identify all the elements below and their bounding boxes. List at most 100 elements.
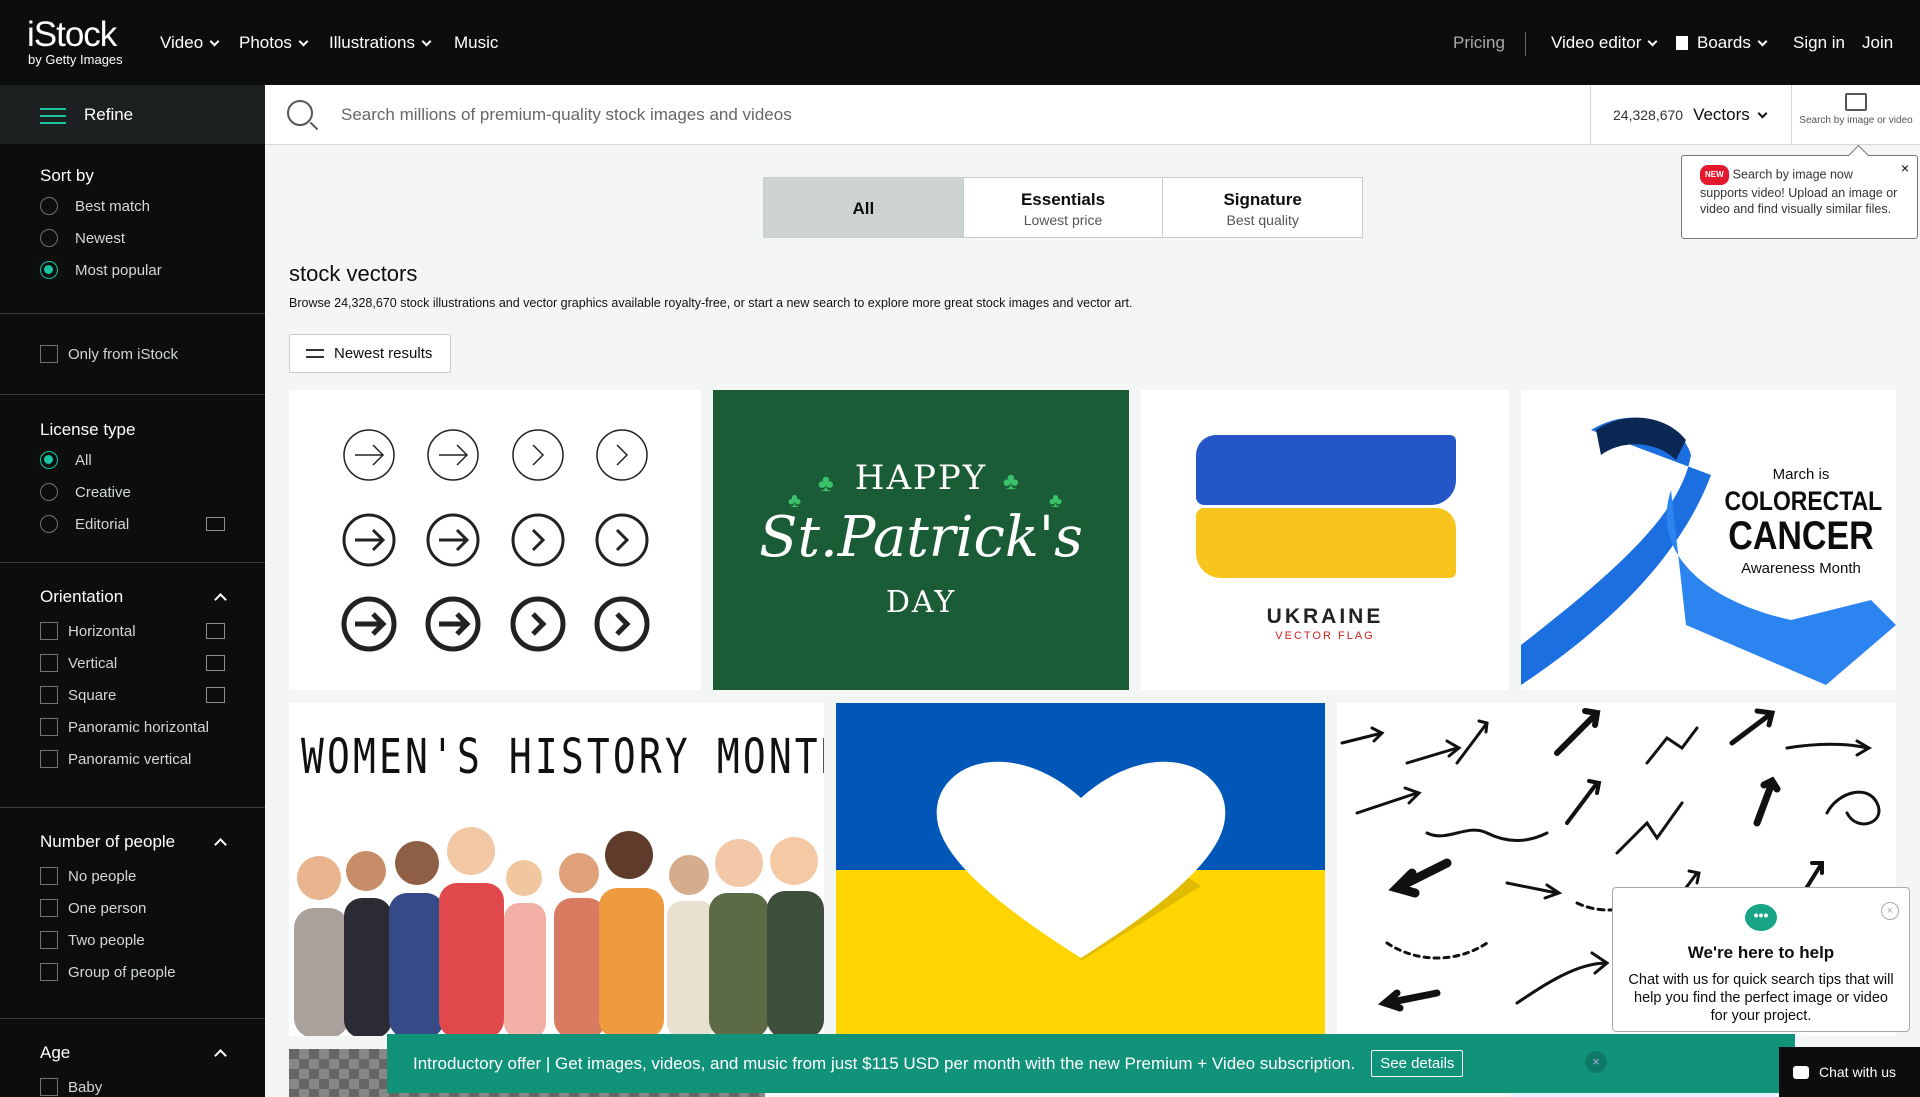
people-two[interactable]: Two people (40, 924, 225, 956)
people-title[interactable]: Number of people (40, 832, 227, 852)
image-search-icon (1845, 93, 1867, 111)
refine-toggle[interactable]: Refine (0, 85, 265, 144)
nav-illustrations[interactable]: Illustrations (329, 33, 432, 53)
radio-button[interactable] (40, 197, 58, 215)
image-st-patricks-day[interactable]: HAPPY St.Patrick's DAY ♣ ♣ ♣ ♣ (713, 390, 1129, 690)
ukraine-title: UKRAINE (1266, 605, 1384, 628)
chevron-down-icon (298, 36, 309, 46)
people-section: Number of people No people One person Tw… (0, 808, 265, 1019)
collection-tabs: All Essentials Lowest price Signature Best… (763, 177, 1363, 238)
orientation-title[interactable]: Orientation (40, 587, 227, 607)
license-editorial[interactable]: Editorial (40, 508, 225, 540)
age-baby[interactable]: Baby (40, 1071, 225, 1097)
tab-signature[interactable]: Signature Best quality (1162, 178, 1363, 237)
chevron-down-icon (1647, 36, 1658, 46)
sort-best-match[interactable]: Best match (40, 190, 225, 222)
orientation-horizontal[interactable]: Horizontal (40, 615, 225, 647)
pricing-label: Pricing (1453, 33, 1505, 52)
see-details-button[interactable]: See details (1371, 1050, 1464, 1077)
orientation-section: Orientation Horizontal Vertical Square P… (0, 563, 265, 808)
search-by-image-label: Search by image or video (1799, 115, 1913, 126)
chevron-down-icon (1757, 36, 1768, 46)
chevron-down-icon (421, 36, 432, 46)
nav-video[interactable]: Video (160, 33, 220, 53)
radio-button-selected[interactable] (40, 261, 58, 279)
checkbox[interactable] (40, 345, 58, 363)
sort-most-popular[interactable]: Most popular (40, 254, 225, 286)
orientation-vertical[interactable]: Vertical (40, 647, 225, 679)
radio-button[interactable] (40, 483, 58, 501)
newest-results-button[interactable]: Newest results (289, 334, 451, 373)
sign-in-link[interactable]: Sign in (1793, 33, 1845, 53)
nav-video-editor[interactable]: Video editor (1551, 33, 1658, 53)
age-title[interactable]: Age (40, 1043, 227, 1063)
people-none[interactable]: No people (40, 860, 225, 892)
new-badge: NEW (1700, 165, 1729, 185)
image-womens-history-month[interactable]: WOMEN'S HISTORY MONTH (289, 703, 824, 1036)
chat-popup: ••• × We're here to help Chat with us fo… (1612, 887, 1910, 1032)
image-ukraine-heart[interactable] (836, 703, 1325, 1036)
join-link[interactable]: Join (1862, 33, 1893, 53)
checkbox[interactable] (40, 899, 58, 917)
chevron-up-icon (214, 838, 227, 851)
image-ukraine-flag[interactable]: UKRAINE VECTOR FLAG (1141, 390, 1509, 690)
close-icon[interactable]: × (1585, 1051, 1607, 1073)
sort-title: Sort by (40, 166, 94, 185)
orientation-square[interactable]: Square (40, 679, 225, 711)
shamrock-icon: ♣ (818, 470, 834, 497)
radio-button-selected[interactable] (40, 451, 58, 469)
checkbox[interactable] (40, 718, 58, 736)
orientation-panoramic-vertical[interactable]: Panoramic vertical (40, 743, 225, 775)
checkbox[interactable] (40, 931, 58, 949)
istock-logo[interactable]: iStock by Getty Images (27, 17, 123, 66)
editorial-icon (206, 517, 225, 531)
image-colorectal-cancer[interactable]: March is COLORECTAL CANCER Awareness Mon… (1521, 390, 1896, 690)
only-istock-option[interactable]: Only from iStock (40, 338, 225, 370)
page-subtitle: Browse 24,328,670 stock illustrations an… (289, 296, 1133, 310)
orientation-panoramic-horizontal[interactable]: Panoramic horizontal (40, 711, 225, 743)
tab-all[interactable]: All (764, 178, 963, 237)
image-arrow-icons[interactable] (289, 390, 701, 690)
nav-boards[interactable]: Boards (1676, 33, 1768, 53)
search-input[interactable] (341, 101, 1541, 129)
chat-icon (1793, 1065, 1809, 1079)
checkbox[interactable] (40, 750, 58, 768)
sliders-icon (40, 105, 66, 125)
close-icon[interactable]: × (1901, 160, 1909, 176)
license-creative[interactable]: Creative (40, 476, 225, 508)
boards-label: Boards (1697, 33, 1751, 52)
search-by-image-tooltip: NEW Search by image now supports video! U… (1681, 155, 1918, 239)
checkbox[interactable] (40, 622, 58, 640)
license-all[interactable]: All (40, 444, 225, 476)
chat-title: We're here to help (1687, 943, 1835, 962)
nav-music[interactable]: Music (454, 33, 498, 53)
radio-button[interactable] (40, 515, 58, 533)
sort-newest[interactable]: Newest (40, 222, 225, 254)
colorectal-line3: CANCER (1728, 514, 1874, 558)
people-group[interactable]: Group of people (40, 956, 225, 988)
people-one[interactable]: One person (40, 892, 225, 924)
page-title: stock vectors (289, 261, 418, 286)
checkbox[interactable] (40, 686, 58, 704)
women-group-illustration (294, 827, 824, 1036)
chat-with-us-button[interactable]: Chat with us (1779, 1047, 1920, 1097)
nav-photos[interactable]: Photos (239, 33, 309, 53)
boards-icon (1676, 36, 1688, 50)
radio-button[interactable] (40, 229, 58, 247)
close-icon[interactable]: × (1881, 902, 1899, 920)
patrick-line2: St.Patrick's (759, 505, 1083, 570)
checkbox[interactable] (40, 867, 58, 885)
patrick-line1: HAPPY (854, 458, 988, 498)
checkbox[interactable] (40, 1078, 58, 1096)
search-by-image-button[interactable]: Search by image or video (1792, 85, 1920, 145)
checkbox[interactable] (40, 963, 58, 981)
tab-essentials[interactable]: Essentials Lowest price (962, 178, 1163, 237)
chevron-up-icon (214, 593, 227, 606)
age-section: Age Baby (0, 1019, 265, 1097)
checkbox[interactable] (40, 654, 58, 672)
search-icon[interactable] (287, 100, 313, 126)
nav-pricing[interactable]: Pricing (1453, 33, 1505, 53)
asset-type-select[interactable]: 24,328,670 Vectors (1590, 85, 1792, 145)
colorectal-line1: March is (1772, 466, 1830, 483)
sign-in-label: Sign in (1793, 33, 1845, 52)
